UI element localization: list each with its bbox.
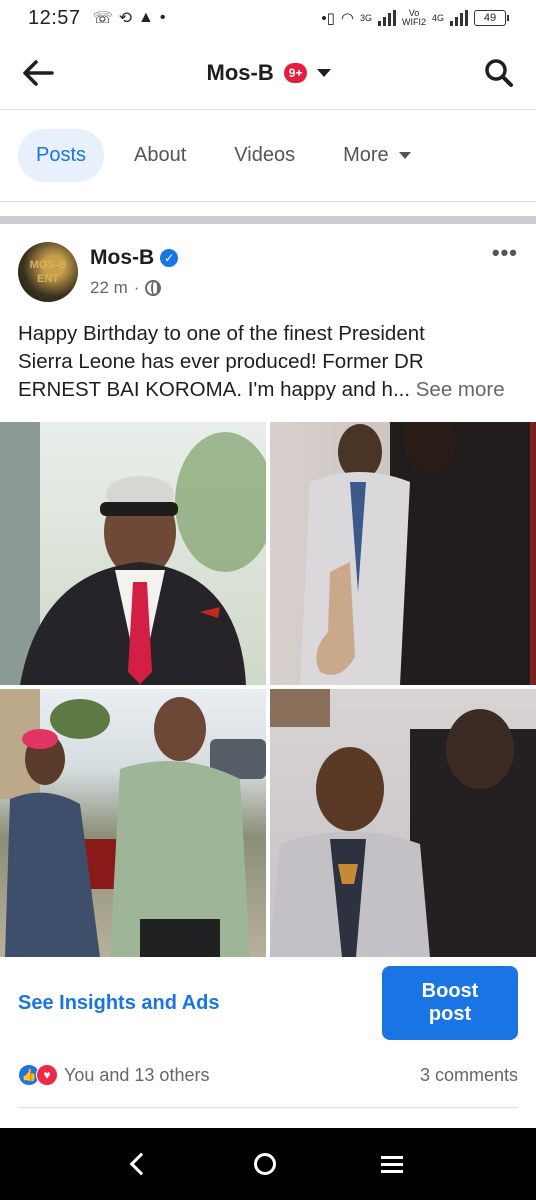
tab-more[interactable]: More — [325, 129, 411, 182]
post-author-name[interactable]: Mos-B — [90, 246, 154, 270]
alert-icon: ▲ — [137, 9, 154, 26]
post-timestamp[interactable]: 22 m — [90, 278, 128, 298]
love-reaction-icon: ♥ — [36, 1064, 58, 1086]
see-insights-link[interactable]: See Insights and Ads — [18, 992, 220, 1015]
missed-call-icon: ☏ — [92, 10, 113, 27]
comments-count[interactable]: 3 comments — [420, 1065, 518, 1086]
photo-2-illustration — [300, 422, 530, 685]
post-photo-2[interactable] — [270, 422, 536, 685]
status-bar: 12:57 ☏ ⟲ ▲ • •▯ ◠ 3G Vo WIFI2 4G 49 — [0, 0, 536, 36]
reactions-count: You and 13 others — [64, 1064, 210, 1085]
search-icon[interactable] — [484, 58, 514, 88]
nav-home-icon[interactable] — [253, 1153, 276, 1175]
tab-videos[interactable]: Videos — [216, 129, 295, 182]
avatar[interactable]: MOS-B ENT — [18, 242, 78, 302]
section-divider — [0, 216, 536, 224]
tab-about[interactable]: About — [134, 129, 186, 182]
back-arrow-icon[interactable] — [22, 59, 54, 86]
verified-badge-icon: ✓ — [160, 249, 179, 267]
photo-3-illustration — [0, 689, 266, 957]
dot-icon: • — [159, 9, 166, 26]
post-photo-4[interactable] — [270, 689, 536, 957]
post-header: MOS-B ENT Mos-B ✓ 22 m · ••• — [18, 240, 518, 304]
page-switcher[interactable]: Mos-B 9+ — [207, 60, 332, 86]
tab-posts[interactable]: Posts — [18, 129, 105, 182]
post-footer-divider — [18, 1107, 518, 1108]
battery-icon: 49 — [474, 10, 509, 26]
notification-badge: 9+ — [283, 62, 308, 83]
profile-tabs: Posts About Videos More — [0, 110, 536, 202]
sync-icon: ⟲ — [118, 10, 132, 27]
chevron-down-icon — [317, 68, 332, 77]
signal-icon — [377, 10, 396, 26]
vibrate-icon: •▯ — [321, 10, 335, 27]
post-actions-row: See Insights and Ads Boost post — [18, 966, 518, 1040]
wifi-icon: ◠ — [340, 10, 354, 27]
photo-1-illustration — [0, 422, 266, 685]
page-title: Mos-B — [206, 59, 274, 85]
network-vo-label: Vo WIFI2 — [401, 8, 426, 27]
boost-post-button[interactable]: Boost post — [382, 966, 518, 1040]
globe-icon — [145, 280, 162, 296]
post-photo-1[interactable] — [0, 422, 266, 685]
post-text: Happy Birthday to one of the finest Pres… — [18, 322, 505, 401]
status-time: 12:57 — [28, 6, 81, 29]
reactions-row: 👍 ♥ You and 13 others 3 comments — [18, 1060, 518, 1090]
post-photo-3[interactable] — [0, 689, 266, 957]
status-notification-icons: ☏ ⟲ ▲ • — [93, 8, 166, 28]
nav-back-icon[interactable] — [129, 1152, 152, 1176]
see-more-link[interactable]: See more — [416, 378, 505, 401]
nav-recents-icon[interactable] — [381, 1155, 404, 1173]
chevron-down-icon — [398, 152, 411, 159]
photo-4-illustration — [270, 689, 536, 957]
network-3g-label: 3G — [359, 12, 372, 23]
network-4g-label: 4G — [431, 12, 444, 23]
system-nav-bar — [0, 1128, 536, 1200]
page-header: Mos-B 9+ — [0, 36, 536, 110]
more-options-icon[interactable]: ••• — [492, 240, 518, 266]
reactions-summary[interactable]: 👍 ♥ You and 13 others — [18, 1064, 209, 1086]
signal-icon-2 — [450, 10, 468, 26]
